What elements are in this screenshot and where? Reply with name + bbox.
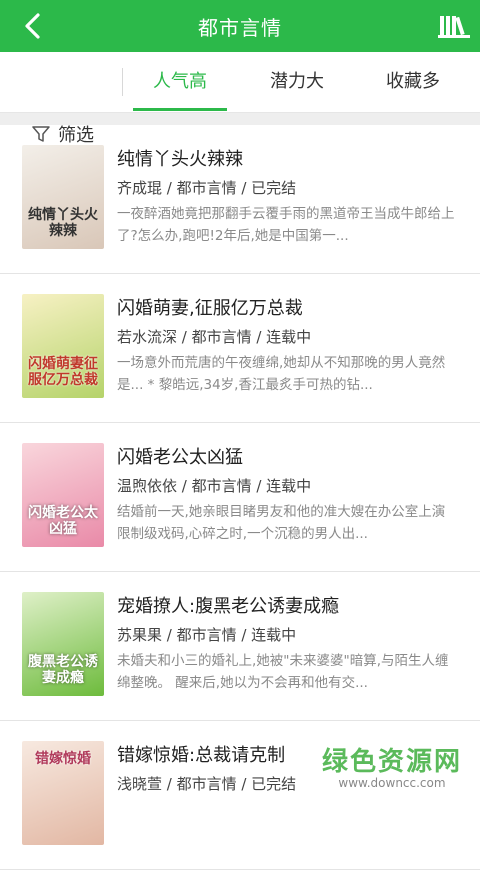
book-title: 纯情丫头火辣辣 bbox=[117, 149, 243, 170]
book-meta: 齐成琨 / 都市言情 / 已完结 bbox=[117, 179, 297, 197]
book-meta: 浅晓萱 / 都市言情 / 已完结 bbox=[117, 775, 297, 793]
section-divider bbox=[0, 113, 480, 125]
list-item[interactable]: 闪婚萌妻征服亿万总裁 闪婚萌妻,征服亿万总裁 若水流深 / 都市言情 / 连载中… bbox=[0, 274, 480, 423]
book-cover: 腹黑老公诱妻成瘾 bbox=[22, 592, 104, 696]
top-bar: 都市言情 bbox=[0, 0, 480, 52]
watermark-url: www.downcc.com bbox=[338, 776, 446, 790]
book-title: 闪婚萌妻,征服亿万总裁 bbox=[117, 298, 303, 319]
book-cover: 闪婚老公太凶猛 bbox=[22, 443, 104, 547]
book-description: 一夜醉酒她竟把那翻手云覆手雨的黑道帝王当成牛郎给上了?怎么办,跑吧!2年后,她是… bbox=[117, 206, 455, 244]
book-title: 闪婚老公太凶猛 bbox=[117, 447, 243, 468]
book-meta: 苏果果 / 都市言情 / 连载中 bbox=[117, 626, 297, 644]
book-title: 宠婚撩人:腹黑老公诱妻成瘾 bbox=[117, 596, 340, 617]
bookshelf-icon[interactable] bbox=[438, 13, 470, 39]
back-arrow-icon[interactable] bbox=[18, 10, 48, 42]
book-cover: 闪婚萌妻征服亿万总裁 bbox=[22, 294, 104, 398]
watermark-main: 绿色资源网 bbox=[321, 747, 462, 777]
tab-favorites[interactable]: 收藏多 bbox=[366, 52, 460, 112]
cover-title: 闪婚老公太凶猛 bbox=[28, 505, 98, 537]
list-item[interactable]: 纯情丫头火辣辣 纯情丫头火辣辣 齐成琨 / 都市言情 / 已完结 一夜醉酒她竟把… bbox=[0, 125, 480, 274]
book-meta: 温煦依依 / 都市言情 / 连载中 bbox=[117, 477, 312, 495]
tab-potential[interactable]: 潜力大 bbox=[250, 52, 344, 112]
cover-title: 闪婚萌妻征服亿万总裁 bbox=[28, 356, 98, 388]
book-title: 错嫁惊婚:总裁请克制 bbox=[117, 745, 286, 766]
watermark: 绿色资源网 www.downcc.com bbox=[322, 741, 462, 790]
book-cover: 纯情丫头火辣辣 bbox=[22, 145, 104, 249]
book-description: 结婚前一天,她亲眼目睹男友和他的准大嫂在办公室上演限制级戏码,心碎之时,一个沉稳… bbox=[117, 504, 446, 542]
book-description: 一场意外而荒唐的午夜缠绵,她却从不知那晚的男人竟然是... * 黎皓远,34岁,… bbox=[117, 355, 446, 393]
book-meta: 若水流深 / 都市言情 / 连载中 bbox=[117, 328, 312, 346]
cover-title: 腹黑老公诱妻成瘾 bbox=[28, 654, 98, 686]
book-description bbox=[117, 799, 457, 843]
cover-title: 错嫁惊婚 bbox=[35, 751, 91, 767]
book-description: 未婚夫和小三的婚礼上,她被"未来婆婆"暗算,与陌生人缠绵整晚。 醒来后,她以为不… bbox=[117, 653, 449, 691]
list-item[interactable]: 闪婚老公太凶猛 闪婚老公太凶猛 温煦依依 / 都市言情 / 连载中 结婚前一天,… bbox=[0, 423, 480, 572]
active-tab-indicator bbox=[133, 108, 227, 111]
cover-title: 纯情丫头火辣辣 bbox=[28, 207, 98, 239]
list-item[interactable]: 腹黑老公诱妻成瘾 宠婚撩人:腹黑老公诱妻成瘾 苏果果 / 都市言情 / 连载中 … bbox=[0, 572, 480, 721]
page-title: 都市言情 bbox=[198, 15, 282, 40]
tab-bar: 筛选 人气高 潜力大 收藏多 bbox=[0, 52, 480, 146]
book-cover: 错嫁惊婚 bbox=[22, 741, 104, 845]
tab-popular[interactable]: 人气高 bbox=[133, 52, 227, 112]
tab-separator bbox=[122, 68, 123, 96]
